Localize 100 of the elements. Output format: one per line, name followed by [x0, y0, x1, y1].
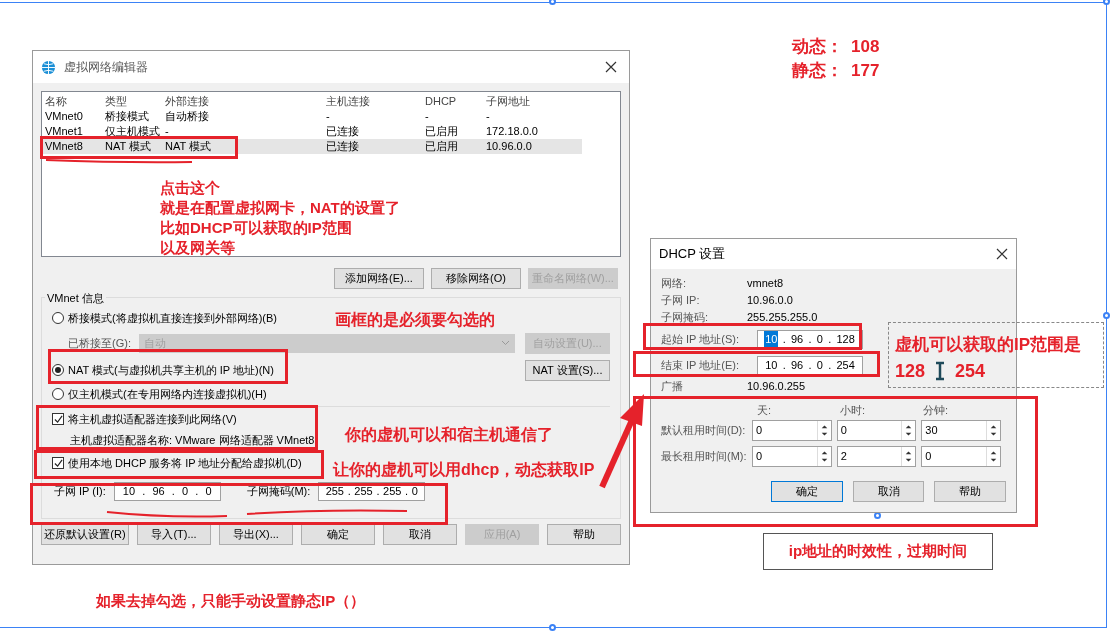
table-cell-text: -: [485, 109, 491, 125]
column-header[interactable]: 类型: [102, 92, 162, 110]
field-value: vmnet8: [747, 276, 784, 292]
octet-text: 255: [324, 483, 345, 499]
octet-dot: .: [376, 483, 380, 499]
field-label: 默认租用时间(D):: [661, 422, 747, 438]
range-start: 128: [895, 359, 926, 383]
column-header[interactable]: 外部连接: [162, 92, 323, 110]
octet-text: 96: [151, 483, 166, 499]
adapter-name: 主机虚拟适配器名称: VMware 网络适配器 VMnet8: [69, 432, 315, 448]
annotation-text: 画框的是必须要勾选的: [335, 310, 495, 330]
field-value: 10.96.0.255: [747, 379, 806, 395]
octet-dot: .: [782, 331, 786, 347]
annotation-text: 让你的虚机可以用dhcp，动态获取IP: [333, 460, 595, 480]
close-icon[interactable]: [605, 61, 617, 73]
table-cell-text: VMnet0: [44, 109, 84, 125]
close-icon[interactable]: [996, 248, 1008, 260]
table-cell-text: VMnet1: [44, 124, 84, 140]
field-label: 子网掩码(M):: [246, 483, 311, 499]
octet-text: 128: [835, 331, 856, 347]
count-label: 静态：: [792, 60, 843, 83]
octet-dot: .: [347, 483, 351, 499]
chevron-icon: [500, 340, 510, 346]
spin-field[interactable]: 0: [751, 419, 832, 441]
octet-dot: .: [782, 357, 786, 373]
annotation-line: 点击这个: [160, 178, 221, 198]
column-header[interactable]: DHCP: [422, 92, 483, 110]
ip-field[interactable]: 10 . 96 . 0 . 254: [757, 355, 863, 375]
dialog-button[interactable]: 添加网络(E)...: [334, 268, 424, 289]
field-value: 255.255.255.0: [747, 310, 818, 326]
octet-text: 0: [181, 483, 190, 499]
spin-field[interactable]: 30: [921, 419, 1001, 441]
radio-button[interactable]: [52, 364, 64, 376]
table-cell-text: 已启用: [424, 139, 459, 155]
octet-dot: .: [828, 331, 832, 347]
table-cell-text: -: [164, 124, 170, 140]
count-value: 177: [851, 60, 880, 83]
annotation-text: 你的虚机可以和宿主机通信了: [345, 425, 553, 445]
dialog-button[interactable]: 导入(T)...: [137, 524, 211, 545]
dialog-button[interactable]: 导出(X)...: [219, 524, 293, 545]
resize-handle[interactable]: [1103, 0, 1110, 5]
octet-text: 255: [382, 483, 403, 499]
field-value: 10.96.0.0: [747, 293, 793, 309]
octet-text: 0: [815, 331, 824, 347]
group-title: VMnet 信息: [45, 290, 106, 307]
count-label: 动态：: [792, 36, 843, 59]
annotation-callout: ip地址的时效性，过期时间: [763, 533, 993, 570]
network-row[interactable]: VMnet8 NAT 模式 NAT 模式 已连接 已启用 10.96.0.0: [42, 139, 582, 154]
dialog-button[interactable]: 确定: [771, 481, 843, 502]
annotation-text: 如果去掉勾选，只能手动设置静态IP（）: [96, 591, 366, 611]
dialog-button[interactable]: 确定: [301, 524, 375, 545]
dialog-button[interactable]: 还原默认设置(R): [41, 524, 129, 545]
field-label: 最长租用时间(M):: [661, 448, 748, 464]
checkbox[interactable]: [52, 413, 64, 426]
radio-button[interactable]: [52, 312, 64, 325]
field-label: 已桥接至(G):: [68, 335, 131, 351]
annotation-line: 比如DHCP可以获取的IP范围: [160, 218, 353, 238]
octet-text: 255: [353, 483, 374, 499]
radio-button[interactable]: [52, 387, 64, 400]
spin-field[interactable]: 2: [836, 445, 917, 467]
dialog-button[interactable]: 取消: [852, 481, 925, 502]
resize-handle[interactable]: [1103, 312, 1110, 319]
table-cell-text: 已连接: [325, 124, 360, 140]
table-cell-text: -: [424, 109, 430, 125]
dialog-button[interactable]: 帮助: [547, 524, 621, 545]
octet-dot: .: [142, 483, 146, 499]
column-header[interactable]: 名称: [42, 92, 102, 110]
field-label: 子网 IP:: [661, 293, 701, 309]
checkbox[interactable]: [52, 457, 64, 470]
spin-field[interactable]: 0: [751, 445, 832, 467]
checkbox-label: 将主机虚拟适配器连接到此网络(V): [68, 412, 237, 427]
resize-handle[interactable]: [549, 0, 556, 5]
octet-dot: .: [808, 357, 812, 373]
field-label: 广播: [661, 379, 684, 395]
annotation-line: 就是在配置虚拟网卡，NAT的设置了: [160, 198, 400, 218]
field-label: 起始 IP 地址(S):: [661, 331, 741, 347]
column-header[interactable]: 主机连接: [323, 92, 422, 110]
octet-text: 96: [789, 331, 805, 347]
radio-label: 仅主机模式(在专用网络内连接虚拟机)(H): [68, 386, 267, 402]
window-title: 虚拟网络编辑器: [64, 59, 149, 76]
table-cell-text: -: [325, 109, 331, 125]
spin-field[interactable]: 0: [836, 419, 917, 441]
column-header[interactable]: 子网地址: [483, 92, 578, 110]
column-label: 分钟:: [923, 402, 950, 418]
dialog-button[interactable]: 移除网络(O): [431, 268, 521, 289]
octet-dot: .: [171, 483, 175, 499]
octet-text: 0: [410, 483, 419, 499]
network-row[interactable]: VMnet1 仅主机模式 - 已连接 已启用 172.18.0.0: [42, 124, 582, 139]
resize-handle[interactable]: [549, 624, 556, 631]
octet-dot: .: [808, 331, 812, 347]
spin-field[interactable]: 0: [921, 445, 1001, 467]
dialog-button[interactable]: NAT 设置(S)...: [525, 359, 610, 381]
octet-text: 0: [815, 357, 824, 373]
dialog-button[interactable]: 帮助: [934, 481, 1006, 502]
table-cell-text: 已启用: [424, 124, 459, 140]
dialog-button[interactable]: 取消: [383, 524, 457, 545]
field-label: 子网 IP (I):: [54, 483, 106, 499]
spin-value: 0: [754, 422, 764, 438]
checkbox-label: 使用本地 DHCP 服务将 IP 地址分配给虚拟机(D): [68, 456, 302, 471]
network-row[interactable]: VMnet0 桥接模式 自动桥接 - - -: [42, 109, 582, 124]
